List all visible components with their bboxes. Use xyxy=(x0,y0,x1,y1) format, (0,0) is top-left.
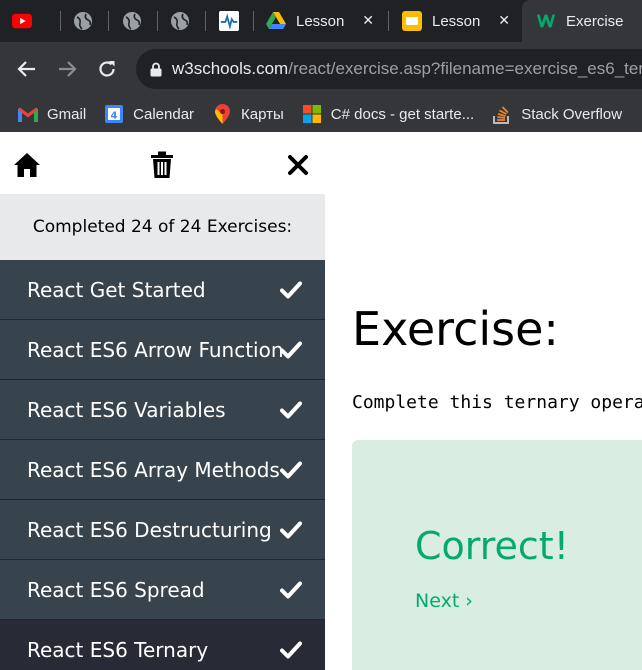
browser-toolbar: w3schools.com/react/exercise.asp?filenam… xyxy=(0,42,642,96)
bookmark-label: Calendar xyxy=(133,105,195,123)
checkmark-icon xyxy=(279,638,303,662)
trash-icon[interactable] xyxy=(147,150,177,180)
tab-title: Lesson xyxy=(296,12,345,30)
bookmark-label: Карты xyxy=(241,105,284,123)
exercise-item-destructuring[interactable]: React ES6 Destructuring xyxy=(0,500,325,560)
tab-separator xyxy=(205,11,206,31)
exercise-item-array-methods[interactable]: React ES6 Array Methods xyxy=(0,440,325,500)
stackoverflow-icon xyxy=(492,104,512,124)
back-button[interactable] xyxy=(14,56,40,82)
exercise-label: React ES6 Arrow Function xyxy=(27,337,284,362)
tab-slides-lesson[interactable]: Lesson ✕ xyxy=(402,0,522,42)
globe-icon xyxy=(170,11,190,31)
google-drive-icon xyxy=(266,11,286,31)
home-icon[interactable] xyxy=(12,150,42,180)
url-host: w3schools.com xyxy=(172,59,289,78)
w3schools-icon xyxy=(536,11,556,31)
tab-youtube[interactable] xyxy=(12,0,58,42)
exercise-label: React ES6 Variables xyxy=(27,397,226,422)
address-bar[interactable]: w3schools.com/react/exercise.asp?filenam… xyxy=(136,49,642,89)
close-icon[interactable]: ✕ xyxy=(362,13,374,29)
arrow-right-icon xyxy=(59,61,77,77)
result-panel: Correct! Next › xyxy=(352,440,642,670)
reload-button[interactable] xyxy=(94,56,120,82)
browser-tab-strip: Lesson ✕ Lesson ✕ Exercise xyxy=(0,0,642,42)
lock-icon[interactable] xyxy=(150,61,162,77)
bookmarks-bar: Gmail 4 Calendar Карты C# docs - get sta… xyxy=(0,96,642,132)
microsoft-icon xyxy=(302,104,322,124)
exercise-main: Exercise: Complete this ternary operator… xyxy=(325,132,642,670)
checkmark-icon xyxy=(279,338,303,362)
pulse-app-icon xyxy=(219,11,239,31)
exercise-item-arrow-function[interactable]: React ES6 Arrow Function xyxy=(0,320,325,380)
calendar-icon: 4 xyxy=(104,104,124,124)
tab-drive-lesson[interactable]: Lesson ✕ xyxy=(266,0,386,42)
bookmark-stackoverflow[interactable]: Stack Overflow xyxy=(492,99,622,129)
reload-icon xyxy=(99,61,115,77)
page-content: Completed 24 of 24 Exercises: React Get … xyxy=(0,132,642,670)
result-message: Correct! xyxy=(415,524,569,568)
bookmark-calendar[interactable]: 4 Calendar xyxy=(104,99,194,129)
exercise-heading: Exercise: xyxy=(352,302,559,356)
bookmark-csharp-docs[interactable]: C# docs - get starte... xyxy=(302,99,474,129)
tab-title: Exercise xyxy=(566,12,624,30)
bookmark-label: C# docs - get starte... xyxy=(330,105,475,123)
exercise-item-spread[interactable]: React ES6 Spread xyxy=(0,560,325,620)
exercise-item-get-started[interactable]: React Get Started xyxy=(0,260,325,320)
exercise-label: React ES6 Destructuring xyxy=(27,517,272,542)
exercise-instruction: Complete this ternary operator xyxy=(352,392,642,413)
completed-text: Completed 24 of 24 Exercises: xyxy=(32,217,293,237)
checkmark-icon xyxy=(279,278,303,302)
exercise-item-ternary[interactable]: React ES6 Ternary xyxy=(0,620,325,670)
tab-separator xyxy=(253,11,254,31)
globe-icon xyxy=(73,11,93,31)
forward-button[interactable] xyxy=(54,56,80,82)
maps-icon xyxy=(212,104,232,124)
checkmark-icon xyxy=(279,458,303,482)
bookmark-label: Gmail xyxy=(47,105,87,123)
tab-w3schools-exercise[interactable]: Exercise xyxy=(522,0,642,42)
close-icon[interactable]: ✕ xyxy=(498,13,510,29)
tab-separator xyxy=(157,11,158,31)
globe-icon xyxy=(122,11,142,31)
tab-separator xyxy=(60,11,61,31)
url-path: /react/exercise.asp?filename=exercise_es… xyxy=(288,59,642,78)
url-text: w3schools.com/react/exercise.asp?filenam… xyxy=(172,59,642,79)
exercise-label: React Get Started xyxy=(27,277,206,302)
sidebar-toolbar xyxy=(0,132,325,194)
tab-title: Lesson xyxy=(432,12,481,30)
tab-separator xyxy=(388,11,389,31)
exercise-label: React ES6 Spread xyxy=(27,577,205,602)
bookmark-gmail[interactable]: Gmail xyxy=(18,99,86,129)
youtube-icon xyxy=(12,11,32,31)
exercise-label: React ES6 Ternary xyxy=(27,637,209,662)
exercise-label: React ES6 Array Methods xyxy=(27,457,280,482)
checkmark-icon xyxy=(279,518,303,542)
arrow-left-icon xyxy=(17,61,35,77)
tab-globe-3[interactable] xyxy=(170,0,210,42)
tab-globe-2[interactable] xyxy=(122,0,162,42)
google-slides-icon xyxy=(402,11,422,31)
bookmark-maps[interactable]: Карты xyxy=(212,99,284,129)
checkmark-icon xyxy=(279,398,303,422)
checkmark-icon xyxy=(279,578,303,602)
tab-globe-1[interactable] xyxy=(73,0,113,42)
exercise-list: React Get Started React ES6 Arrow Functi… xyxy=(0,260,325,670)
close-icon[interactable] xyxy=(283,150,313,180)
bookmark-label: Stack Overflow xyxy=(521,105,623,123)
gmail-icon xyxy=(18,104,38,124)
svg-text:4: 4 xyxy=(111,111,118,122)
exercise-sidebar: Completed 24 of 24 Exercises: React Get … xyxy=(0,132,325,670)
next-link[interactable]: Next › xyxy=(415,590,473,612)
exercise-item-variables[interactable]: React ES6 Variables xyxy=(0,380,325,440)
completed-summary: Completed 24 of 24 Exercises: xyxy=(0,194,325,260)
tab-separator xyxy=(108,11,109,31)
